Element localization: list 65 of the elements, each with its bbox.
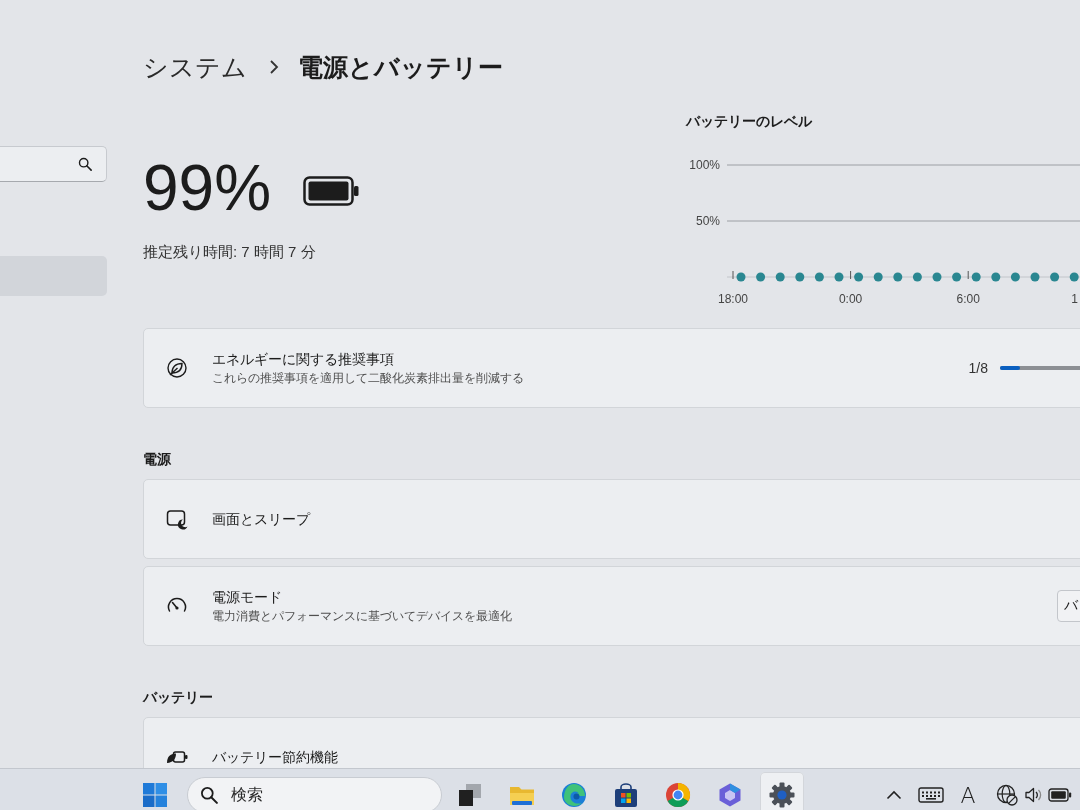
breadcrumb-link[interactable]: システム [143, 50, 247, 84]
battery-icon [303, 176, 360, 206]
data-point [854, 272, 864, 282]
data-point [775, 272, 785, 282]
data-point [932, 272, 942, 282]
x-axis-label: 0:00 [838, 292, 863, 306]
data-point [736, 272, 746, 282]
settings-row[interactable]: 画面とスリープ [143, 479, 1080, 559]
remaining-time-text: 推定残り時間: 7 時間 7 分 [143, 242, 316, 262]
card-title: エネルギーに関する推奨事項 [212, 350, 394, 369]
chart-title: バッテリーのレベル [686, 112, 812, 131]
hexagon-logo-icon [717, 782, 743, 808]
data-point [1030, 272, 1040, 282]
overlapping-squares-icon [457, 782, 483, 808]
section-heading: バッテリー [143, 688, 213, 707]
page-title: 電源とバッテリー [298, 51, 503, 83]
settings-row[interactable]: バッテリー節約機能 [143, 717, 1080, 768]
x-axis-label: 6:00 [956, 292, 980, 306]
data-point [756, 272, 766, 282]
data-point [1010, 272, 1020, 282]
data-point [893, 272, 903, 282]
chevron-right-icon [269, 59, 279, 75]
leaf-icon [166, 357, 188, 379]
input-mode-button[interactable]: A [953, 780, 983, 810]
x-axis-label: 18:00 [718, 292, 748, 306]
screen-moon-icon [166, 508, 188, 530]
row-title: 電源モード [212, 588, 282, 607]
settings-row[interactable]: 電源モード 電力消費とパフォーマンスに基づいてデバイスを最適化 バ [143, 566, 1080, 646]
battery-icon[interactable] [1048, 788, 1072, 802]
row-title: バッテリー節約機能 [212, 748, 338, 767]
x-axis-label: 1 [1071, 292, 1078, 306]
wave-logo-icon [561, 782, 587, 808]
taskbar-button[interactable] [760, 772, 804, 810]
speaker-icon[interactable] [1024, 786, 1042, 804]
data-point [952, 272, 962, 282]
tiles-logo-icon[interactable] [142, 782, 168, 808]
data-point [1069, 272, 1079, 282]
chevron-up-icon[interactable] [886, 790, 902, 800]
data-point [991, 272, 1001, 282]
gear-icon [769, 782, 795, 808]
data-point [912, 272, 922, 282]
data-point [971, 272, 981, 282]
search-icon [78, 157, 92, 171]
recommendations-card[interactable]: エネルギーに関する推奨事項 これらの推奨事項を適用して二酸化炭素排出量を削減する 1/8 [143, 328, 1080, 408]
keyboard-icon[interactable] [918, 787, 944, 803]
progress-count: 1/8 [968, 360, 988, 376]
data-point [795, 272, 805, 282]
search-field[interactable] [0, 146, 107, 182]
card-description: これらの推奨事項を適用して二酸化炭素排出量を削減する [212, 370, 524, 387]
shopping-bag-icon [613, 782, 639, 808]
data-point [834, 272, 844, 282]
battery-percentage: 99% [143, 153, 272, 223]
y-axis-label: 50% [695, 214, 720, 228]
circle-logo-icon [665, 782, 691, 808]
section-heading: 電源 [143, 450, 171, 469]
row-description: 電力消費とパフォーマンスに基づいてデバイスを最適化 [212, 608, 512, 625]
data-point [873, 272, 883, 282]
row-title: 画面とスリープ [212, 510, 310, 529]
data-point [814, 272, 824, 282]
y-axis-label: 100% [689, 158, 720, 172]
data-point [1050, 272, 1060, 282]
power-mode-dropdown[interactable]: バ [1057, 590, 1080, 622]
taskbar-search-field[interactable]: 検索 [187, 777, 442, 810]
search-icon [200, 786, 218, 804]
globe-blocked-icon[interactable] [996, 784, 1018, 806]
